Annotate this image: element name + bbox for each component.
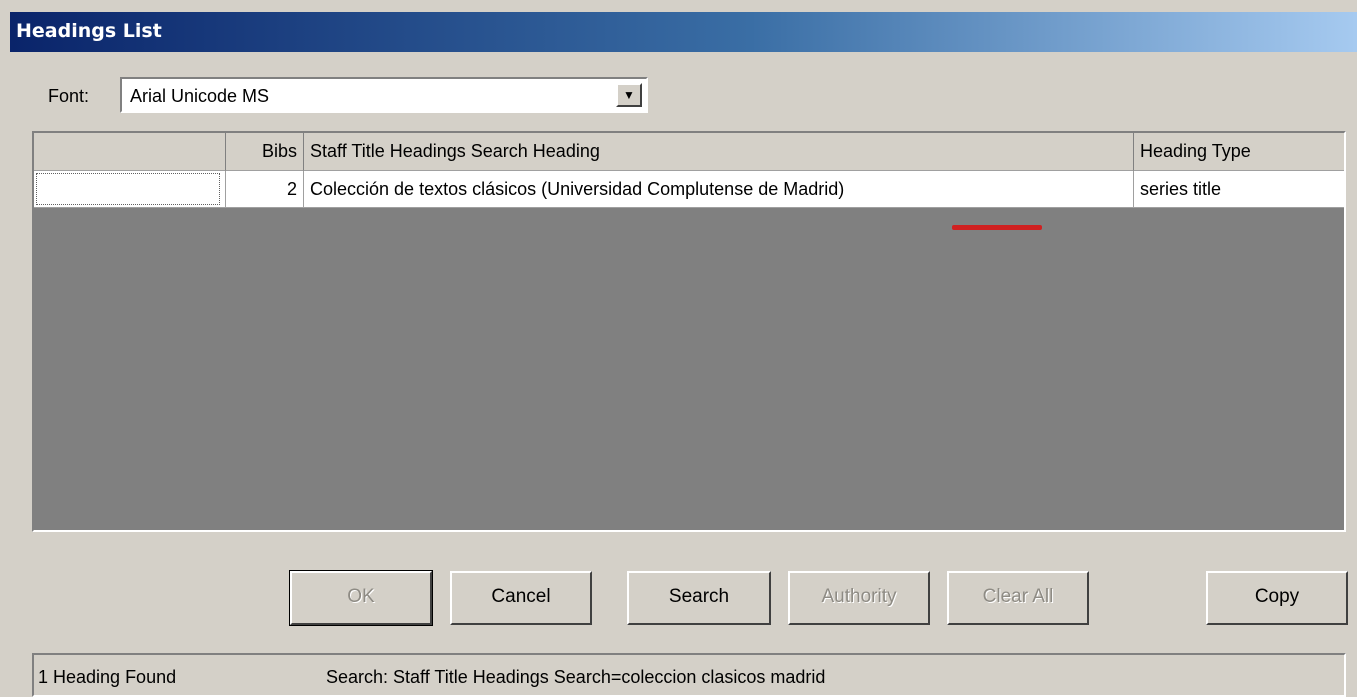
chevron-down-icon[interactable]: ▼ bbox=[616, 83, 642, 107]
copy-button[interactable]: Copy bbox=[1206, 571, 1348, 625]
status-count: 1 Heading Found bbox=[38, 667, 177, 687]
headings-table[interactable]: Bibs Staff Title Headings Search Heading… bbox=[32, 131, 1346, 532]
table-header: Bibs Staff Title Headings Search Heading… bbox=[34, 133, 1344, 171]
header-heading-type[interactable]: Heading Type bbox=[1134, 133, 1344, 171]
header-selector[interactable] bbox=[34, 133, 226, 171]
window-title: Headings List bbox=[16, 20, 162, 42]
row-selector-cell[interactable] bbox=[34, 171, 226, 208]
search-button[interactable]: Search bbox=[627, 571, 771, 625]
header-bibs[interactable]: Bibs bbox=[226, 133, 304, 171]
row-selector-input[interactable] bbox=[36, 173, 220, 205]
font-label: Font: bbox=[48, 86, 90, 106]
status-search: Search: Staff Title Headings Search=cole… bbox=[326, 667, 826, 687]
cancel-button[interactable]: Cancel bbox=[450, 571, 592, 625]
title-bar[interactable]: Headings List bbox=[10, 12, 1357, 52]
font-select-value: Arial Unicode MS bbox=[130, 86, 270, 106]
header-heading[interactable]: Staff Title Headings Search Heading bbox=[304, 133, 1134, 171]
annotation-underline bbox=[952, 225, 1042, 230]
status-bar: 1 Heading Found Search: Staff Title Head… bbox=[32, 653, 1346, 697]
authority-button[interactable]: Authority bbox=[788, 571, 930, 625]
heading-cell: Colección de textos clásicos (Universida… bbox=[304, 171, 1134, 208]
table-row[interactable]: 2 Colección de textos clásicos (Universi… bbox=[34, 171, 1344, 209]
ok-button[interactable]: OK bbox=[289, 570, 433, 626]
clear-all-button[interactable]: Clear All bbox=[947, 571, 1089, 625]
bibs-cell: 2 bbox=[226, 171, 304, 208]
font-select[interactable]: Arial Unicode MS ▼ bbox=[120, 77, 648, 113]
heading-type-cell: series title bbox=[1134, 171, 1344, 208]
